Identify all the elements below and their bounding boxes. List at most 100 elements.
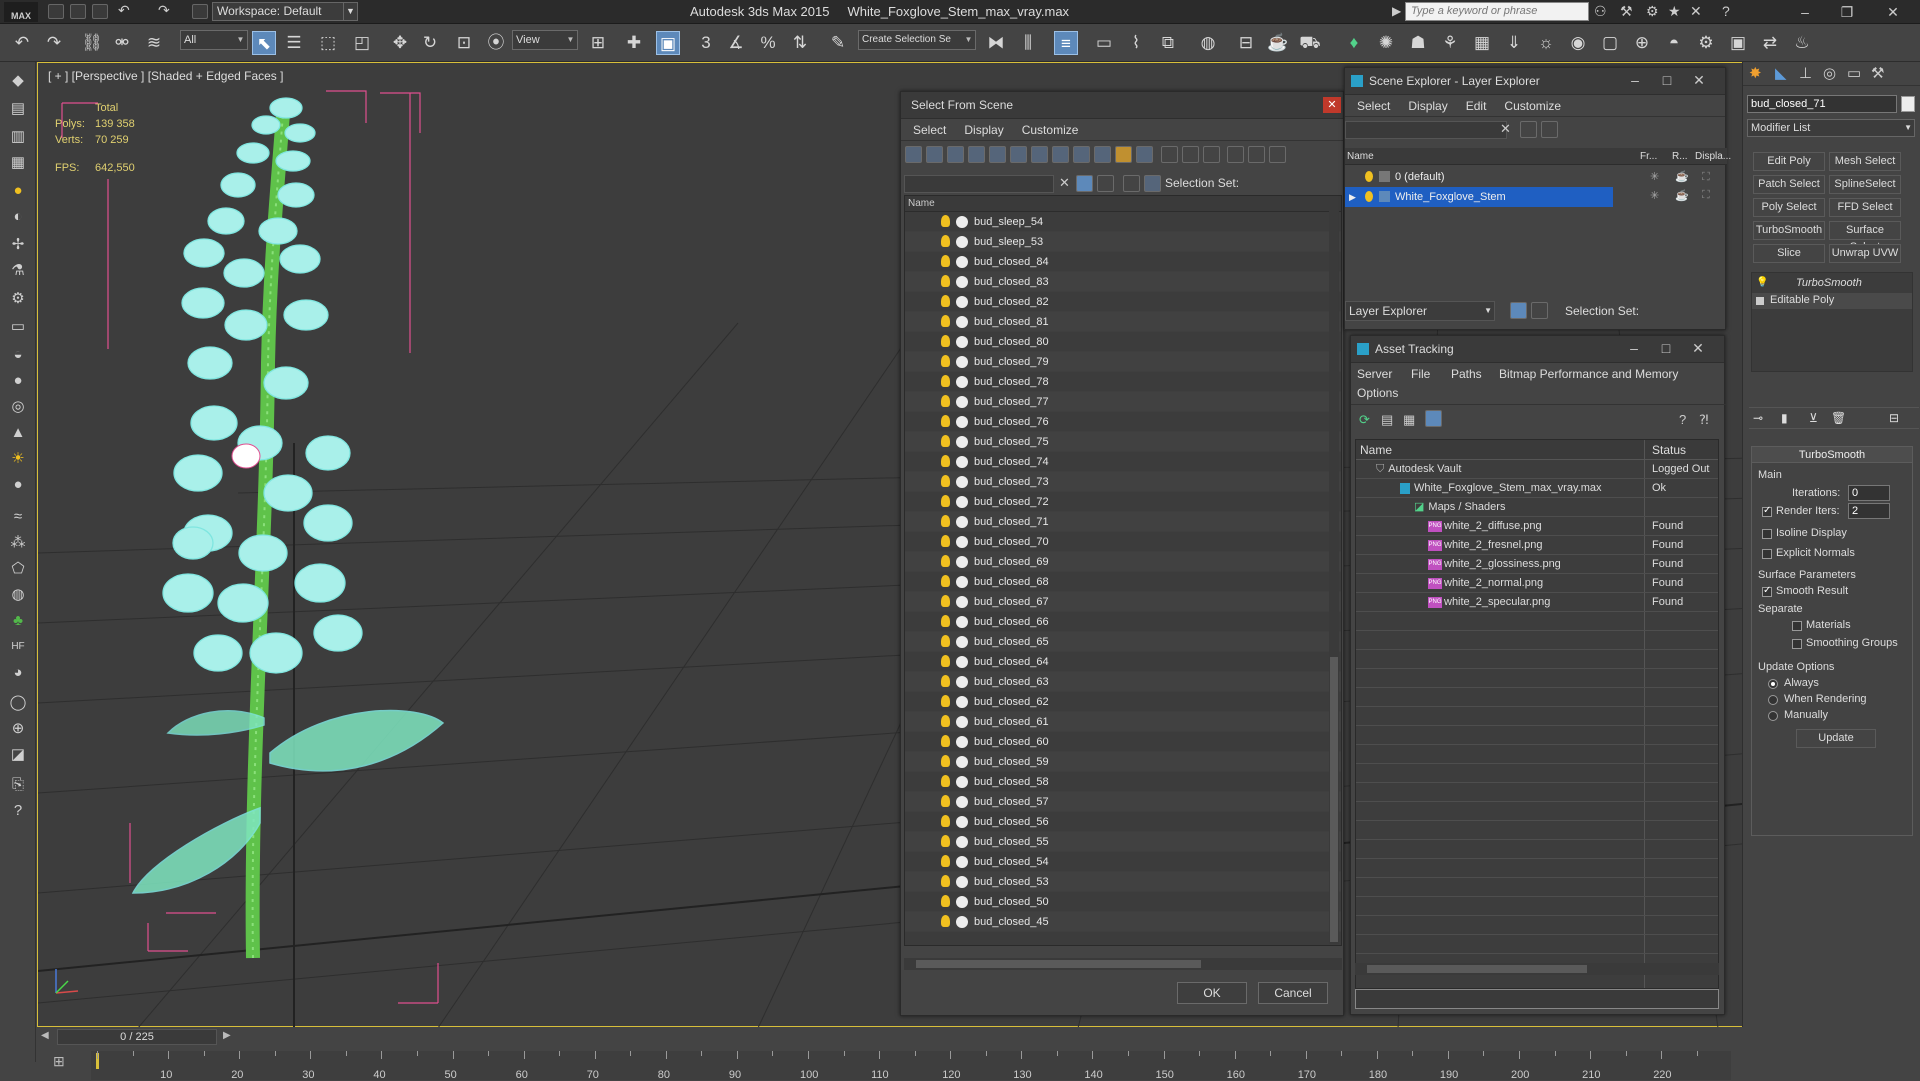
light-bulb-icon[interactable] <box>941 395 950 407</box>
select-all-icon[interactable] <box>1161 146 1178 163</box>
vray-fur-icon[interactable]: ⚘ <box>1438 31 1462 55</box>
list-item[interactable]: bud_closed_81 <box>905 312 1341 332</box>
prev-frame-icon[interactable]: ◀ <box>41 1030 49 1041</box>
vray-mesh-export-icon[interactable]: ⇓ <box>1502 31 1526 55</box>
menu-server[interactable]: Server <box>1357 365 1392 384</box>
list-item[interactable]: bud_sleep_53 <box>905 232 1341 252</box>
snaps-toggle-icon[interactable]: 3 <box>694 31 718 55</box>
explicit-normals-checkbox[interactable] <box>1762 549 1772 559</box>
selection-filter-dropdown[interactable]: All ▼ <box>180 30 248 50</box>
favorites-icon[interactable]: ★ <box>1668 3 1681 20</box>
menu-select[interactable]: Select <box>1357 95 1390 117</box>
viewport-sphere-icon[interactable]: ◯ <box>7 692 29 714</box>
stack-item-editable-poly[interactable]: Editable Poly <box>1770 294 1834 306</box>
curve-editor-icon[interactable]: ⌇ <box>1124 31 1148 55</box>
align-icon[interactable]: ⫼ <box>1016 31 1040 55</box>
minimize-icon[interactable]: – <box>1796 3 1814 21</box>
light-bulb-icon[interactable] <box>941 795 950 807</box>
hierarchy-icon[interactable] <box>1531 302 1548 319</box>
restore-icon[interactable]: □ <box>1650 340 1682 356</box>
spinner-snap-icon[interactable]: ⇅ <box>788 31 812 55</box>
light-bulb-icon[interactable] <box>941 335 950 347</box>
show-end-result-icon[interactable]: ▮ <box>1781 411 1788 425</box>
list-item[interactable]: bud_closed_73 <box>905 472 1341 492</box>
turbosmooth-button[interactable]: TurboSmooth <box>1753 221 1825 240</box>
light-bulb-icon[interactable] <box>941 815 950 827</box>
subscription-icon[interactable]: ⚒ <box>1620 3 1633 20</box>
table-row[interactable]: PNG white_2_fresnel.png Found <box>1356 536 1718 555</box>
render-production-icon[interactable]: ⛟ <box>1298 31 1322 55</box>
percent-snap-icon[interactable]: % <box>756 31 780 55</box>
restore-icon[interactable]: □ <box>1651 72 1683 88</box>
vray-scene-converter-icon[interactable]: ⚙ <box>1694 31 1718 55</box>
select-all-icon[interactable] <box>1520 121 1537 138</box>
light-bulb-icon[interactable] <box>941 835 950 847</box>
help-circle-icon[interactable]: ? <box>7 800 29 822</box>
create-geometry-icon[interactable]: ◆ <box>7 70 29 92</box>
light-bulb-icon[interactable] <box>941 215 950 227</box>
asset-path-field[interactable] <box>1355 989 1719 1009</box>
cancel-button[interactable]: Cancel <box>1258 982 1328 1004</box>
list-item[interactable]: bud_closed_84 <box>905 252 1341 272</box>
light-bulb-icon[interactable] <box>941 875 950 887</box>
layer-sort-icon[interactable] <box>1510 302 1527 319</box>
light-bulb-icon[interactable] <box>941 715 950 727</box>
list-item[interactable]: bud_closed_74 <box>905 452 1341 472</box>
smooth-result-checkbox[interactable] <box>1762 585 1772 597</box>
exchange-icon[interactable]: ✕ <box>1690 3 1702 20</box>
display-geometry-icon[interactable] <box>905 146 922 163</box>
list-item[interactable]: bud_closed_59 <box>905 752 1341 772</box>
display-xrefs-icon[interactable] <box>1052 146 1069 163</box>
table-row[interactable]: PNG white_2_normal.png Found <box>1356 574 1718 593</box>
list-item[interactable]: bud_closed_69 <box>905 552 1341 572</box>
rollout-header[interactable]: TurboSmooth <box>1752 447 1912 463</box>
list-item[interactable]: bud_closed_62 <box>905 692 1341 712</box>
utilities-tab-icon[interactable]: ⚒ <box>1871 64 1884 82</box>
rendered-frame-window-icon[interactable]: ☕ <box>1266 31 1290 55</box>
list-item[interactable]: bud_closed_75 <box>905 432 1341 452</box>
table-row[interactable]: PNG white_2_specular.png Found <box>1356 593 1718 612</box>
light-bulb-icon[interactable] <box>941 695 950 707</box>
mesh-select-button[interactable]: Mesh Select <box>1829 152 1901 171</box>
layer-row-default[interactable]: 0 (default) ✳ ☕ ⛶ <box>1345 167 1733 187</box>
light-bulb-icon[interactable] <box>941 615 950 627</box>
light-bulb-icon[interactable] <box>941 415 950 427</box>
patch-select-button[interactable]: Patch Select <box>1753 175 1825 194</box>
light-bulb-icon[interactable] <box>941 355 950 367</box>
mirror-icon[interactable]: ⧓ <box>984 31 1008 55</box>
unlink-icon[interactable]: ⚮ <box>110 31 134 55</box>
ffd-select-button[interactable]: FFD Select <box>1829 198 1901 217</box>
light-bulb-icon[interactable] <box>941 755 950 767</box>
hemisphere-icon[interactable]: ◒ <box>7 344 29 366</box>
thumbnail-view-icon[interactable]: ▦ <box>1403 412 1415 428</box>
render-setup-icon[interactable]: ⊟ <box>1234 31 1258 55</box>
vray-vfb-icon[interactable]: ▢ <box>1598 31 1622 55</box>
list-view-icon[interactable]: ▤ <box>1381 412 1393 428</box>
menu-options[interactable]: Options <box>1357 384 1398 403</box>
table-row[interactable]: PNG white_2_diffuse.png Found <box>1356 517 1718 536</box>
render-teapot-icon[interactable]: ☕ <box>1675 189 1689 202</box>
render-iters-checkbox[interactable] <box>1762 505 1772 517</box>
table-row[interactable]: PNG white_2_glossiness.png Found <box>1356 555 1718 574</box>
freeze-icon[interactable]: ✳ <box>1650 189 1659 202</box>
list-item[interactable]: bud_closed_56 <box>905 812 1341 832</box>
next-frame-icon[interactable]: ▶ <box>223 1030 231 1041</box>
select-invert-icon[interactable] <box>1203 146 1220 163</box>
vray-toggle-icon[interactable]: ⇄ <box>1758 31 1782 55</box>
context-help-icon[interactable]: ⁈ <box>1699 412 1709 428</box>
torus-icon[interactable]: ◎ <box>7 396 29 418</box>
refresh-icon[interactable]: ⟳ <box>1359 412 1370 428</box>
light-bulb-icon[interactable] <box>941 535 950 547</box>
hierarchy-icon[interactable] <box>1248 146 1265 163</box>
restore-icon[interactable]: ❐ <box>1838 3 1856 21</box>
list-item[interactable]: bud_sleep_54 <box>905 212 1341 232</box>
light-bulb-icon[interactable] <box>941 495 950 507</box>
camera-icon[interactable]: ◐ <box>7 206 29 228</box>
materials-checkbox[interactable] <box>1792 621 1802 631</box>
search-filter-icon[interactable] <box>1076 175 1093 192</box>
project-folder-icon[interactable] <box>192 4 208 19</box>
light-bulb-icon[interactable] <box>941 595 950 607</box>
light-bulb-icon[interactable]: ● <box>7 180 29 202</box>
list-item[interactable]: bud_closed_64 <box>905 652 1341 672</box>
horizontal-scrollbar[interactable] <box>1355 963 1719 975</box>
